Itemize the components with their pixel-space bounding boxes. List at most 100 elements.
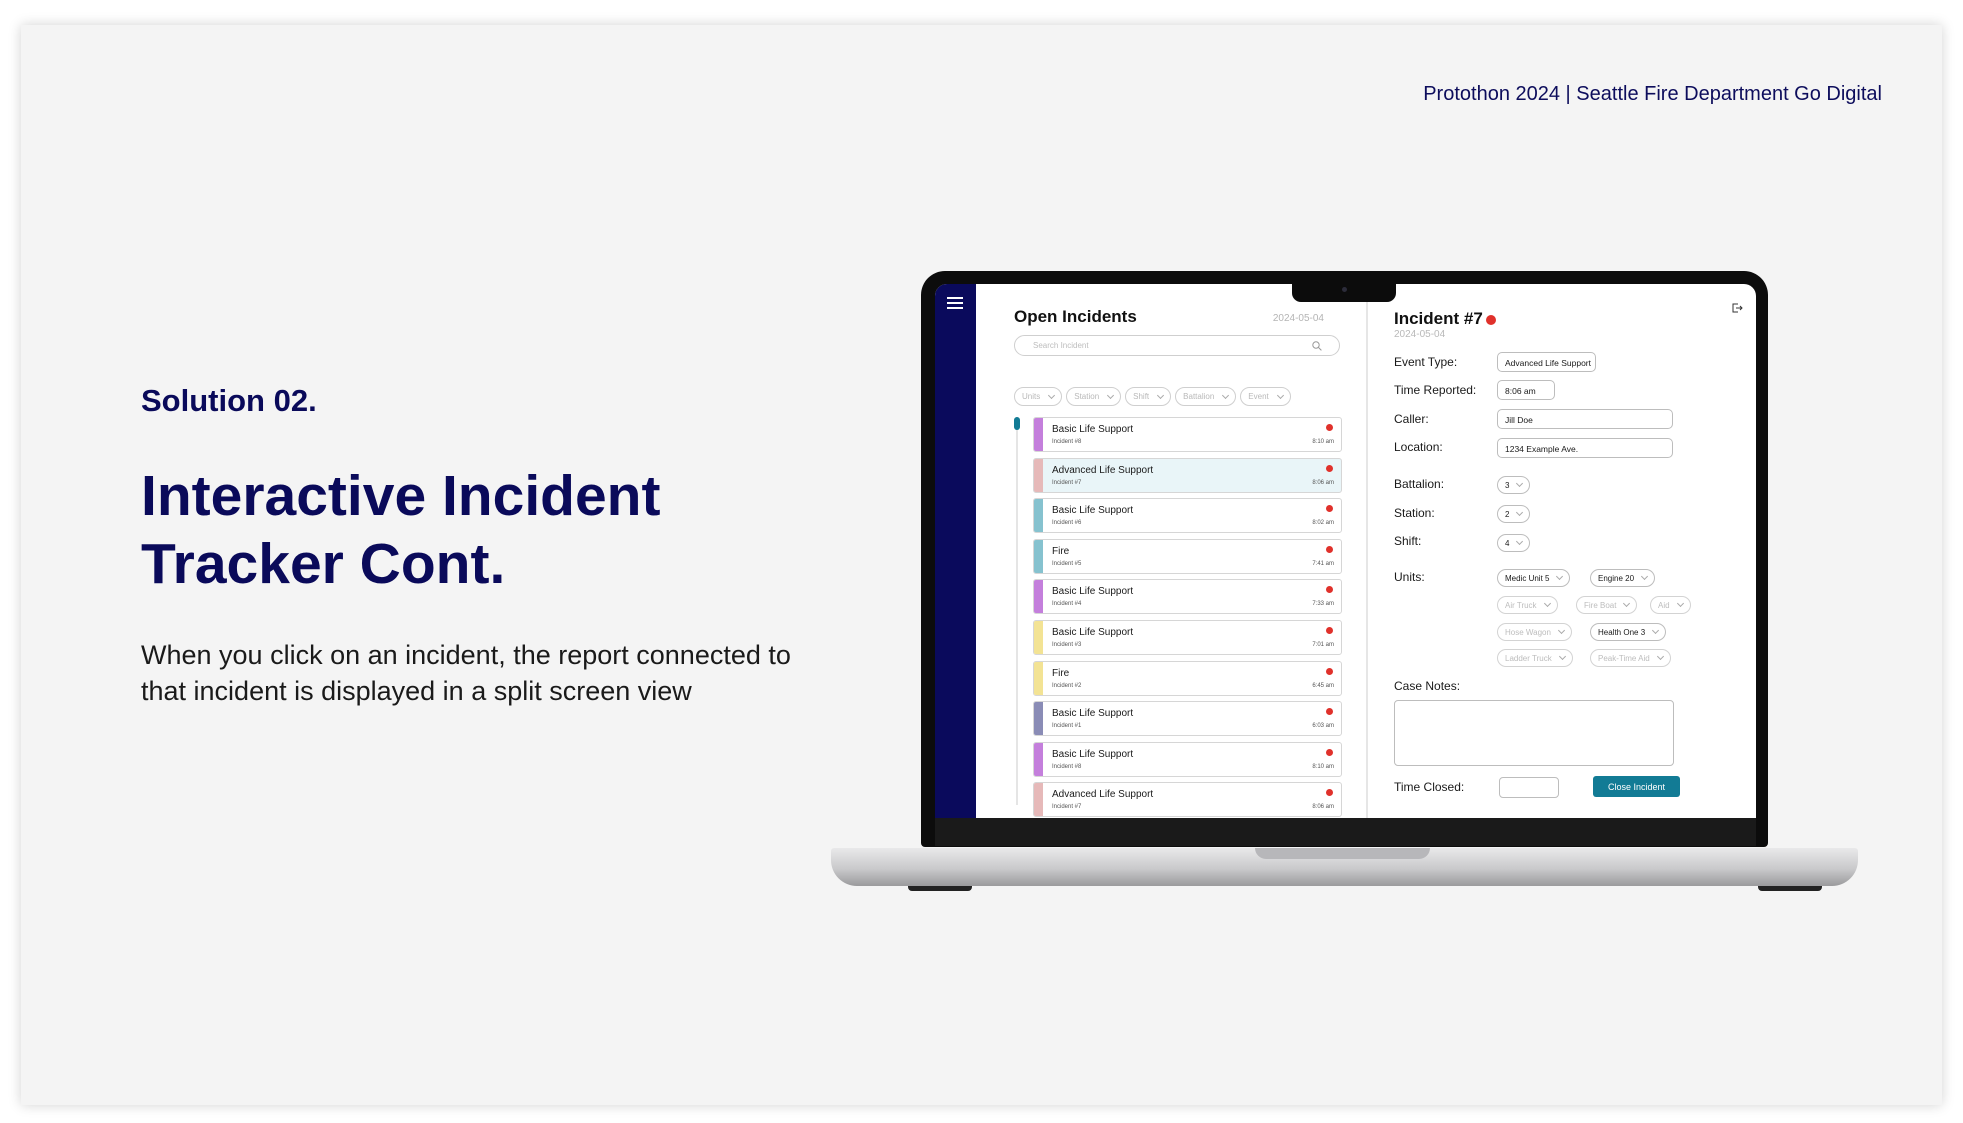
incident-card[interactable]: Advanced Life Support Incident #7 8:06 am <box>1033 782 1342 818</box>
filter-battalion[interactable]: Battalion <box>1175 387 1237 406</box>
incident-date: 2024-05-04 <box>1394 329 1446 340</box>
status-dot <box>1326 708 1333 716</box>
status-dot <box>1486 315 1496 325</box>
units-label: Units: <box>1394 570 1425 584</box>
case-notes-label: Case Notes: <box>1394 679 1461 693</box>
close-incident-button[interactable]: Close Incident <box>1593 776 1680 797</box>
incident-color-bar <box>1034 620 1043 654</box>
unit-fire-boat-select[interactable]: Fire Boat <box>1576 596 1638 614</box>
chevron-down-icon <box>1157 391 1165 399</box>
incident-color-bar <box>1034 702 1043 736</box>
incident-color-bar <box>1034 783 1043 817</box>
shift-select[interactable]: 4 <box>1497 534 1531 552</box>
filter-station[interactable]: Station <box>1066 387 1122 406</box>
search-input[interactable]: Search Incident <box>1014 335 1340 356</box>
chevron-down-icon <box>1676 599 1684 608</box>
event-type-label: Event Type: <box>1394 355 1458 369</box>
incident-card[interactable]: Fire Incident #5 7:41 am <box>1033 538 1342 574</box>
incident-card[interactable]: Basic Life Support Incident #8 8:10 am <box>1033 417 1342 452</box>
incident-number: Incident #7 <box>1052 804 1082 811</box>
search-icon[interactable] <box>1311 340 1323 352</box>
chevron-down-icon <box>1652 626 1660 635</box>
location-field[interactable]: 1234 Example Ave. <box>1497 438 1673 458</box>
incident-type: Basic Life Support <box>1052 505 1134 517</box>
incident-time: 8:06 am <box>1312 804 1334 811</box>
incident-number: Incident #4 <box>1052 601 1082 608</box>
unit-peak-time-aid-select[interactable]: Peak-Time Aid <box>1590 649 1671 667</box>
incident-card[interactable]: Basic Life Support Incident #4 7:33 am <box>1033 579 1342 615</box>
unit-ladder-truck-select[interactable]: Ladder Truck <box>1497 649 1573 667</box>
open-incidents-title: Open Incidents <box>1014 307 1137 326</box>
time-closed-label: Time Closed: <box>1394 780 1465 794</box>
battalion-select[interactable]: 3 <box>1497 476 1531 494</box>
chevron-down-icon <box>1543 599 1551 608</box>
status-dot <box>1326 545 1333 553</box>
incident-color-bar <box>1034 661 1043 695</box>
chevron-down-icon <box>1516 508 1524 517</box>
incident-number: Incident #6 <box>1052 520 1082 527</box>
incident-time: 7:01 am <box>1312 641 1334 648</box>
incident-color-bar <box>1034 418 1043 451</box>
filter-bar: Units Station Shift Battalion Event <box>1014 387 1291 406</box>
incident-time: 8:10 am <box>1312 763 1334 770</box>
incident-color-bar <box>1034 580 1043 614</box>
slide-description: When you click on an incident, the repor… <box>141 640 791 706</box>
solution-label: Solution 02. <box>141 383 317 418</box>
status-dot <box>1326 505 1333 513</box>
unit-health-one-select[interactable]: Health One 3 <box>1590 623 1667 641</box>
filter-units[interactable]: Units <box>1014 387 1063 406</box>
unit-medic-select[interactable]: Medic Unit 5 <box>1497 569 1571 587</box>
side-nav <box>935 284 976 818</box>
incident-number: Incident #1 <box>1052 723 1082 730</box>
incident-card[interactable]: Basic Life Support Incident #1 6:03 am <box>1033 701 1342 737</box>
laptop-foot <box>908 886 972 891</box>
event-type-field[interactable]: Advanced Life Support <box>1497 352 1596 372</box>
chevron-down-icon <box>1516 537 1524 546</box>
incident-type: Basic Life Support <box>1052 626 1134 638</box>
exit-icon[interactable] <box>1731 302 1743 314</box>
status-dot <box>1326 748 1333 756</box>
filter-event[interactable]: Event <box>1240 387 1291 406</box>
chevron-down-icon <box>1656 652 1664 661</box>
incident-number: Incident #5 <box>1052 560 1082 567</box>
status-dot <box>1326 789 1333 797</box>
menu-icon[interactable] <box>947 297 963 309</box>
battalion-label: Battalion: <box>1394 477 1445 491</box>
incident-color-bar <box>1034 499 1043 533</box>
incident-time: 7:41 am <box>1312 560 1334 567</box>
search-placeholder: Search Incident <box>1033 341 1089 350</box>
slide-header: Protothon 2024 | Seattle Fire Department… <box>1423 83 1882 105</box>
scrollbar-track[interactable] <box>1016 417 1018 805</box>
incident-type: Advanced Life Support <box>1052 464 1154 476</box>
chevron-down-icon <box>1556 572 1564 581</box>
time-closed-field[interactable] <box>1499 777 1559 798</box>
unit-air-truck-select[interactable]: Air Truck <box>1497 596 1558 614</box>
incident-detail-pane: Incident #7 2024-05-04 Event Type: Advan… <box>1368 284 1756 818</box>
incident-card[interactable]: Basic Life Support Incident #3 7:01 am <box>1033 619 1342 655</box>
status-dot <box>1326 464 1333 472</box>
time-reported-field[interactable]: 8:06 am <box>1497 380 1555 400</box>
incident-number: Incident #8 <box>1052 439 1082 445</box>
unit-engine-select[interactable]: Engine 20 <box>1590 569 1656 587</box>
incident-type: Basic Life Support <box>1052 424 1134 435</box>
caller-field[interactable]: Jill Doe <box>1497 409 1673 429</box>
incident-color-bar <box>1034 742 1043 776</box>
scrollbar-thumb[interactable] <box>1014 417 1020 430</box>
unit-hose-wagon-select[interactable]: Hose Wagon <box>1497 623 1572 641</box>
incident-time: 8:02 am <box>1312 520 1334 527</box>
unit-aid-select[interactable]: Aid <box>1650 596 1691 614</box>
incident-time: 8:06 am <box>1312 479 1334 486</box>
incident-number: Incident #8 <box>1052 763 1082 770</box>
incident-list-pane: Open Incidents 2024-05-04 Search Inciden… <box>976 284 1366 818</box>
case-notes-textarea[interactable] <box>1394 700 1674 766</box>
laptop-screen: Open Incidents 2024-05-04 Search Inciden… <box>935 284 1756 818</box>
camera-notch <box>1292 282 1396 302</box>
station-select[interactable]: 2 <box>1497 505 1531 523</box>
incident-card[interactable]: Fire Incident #2 6:45 am <box>1033 660 1342 696</box>
chevron-down-icon <box>1623 599 1631 608</box>
filter-shift[interactable]: Shift <box>1125 387 1172 406</box>
camera-icon <box>1342 287 1347 292</box>
incident-card[interactable]: Advanced Life Support Incident #7 8:06 am <box>1033 457 1342 493</box>
incident-card[interactable]: Basic Life Support Incident #6 8:02 am <box>1033 498 1342 534</box>
incident-card[interactable]: Basic Life Support Incident #8 8:10 am <box>1033 741 1342 777</box>
